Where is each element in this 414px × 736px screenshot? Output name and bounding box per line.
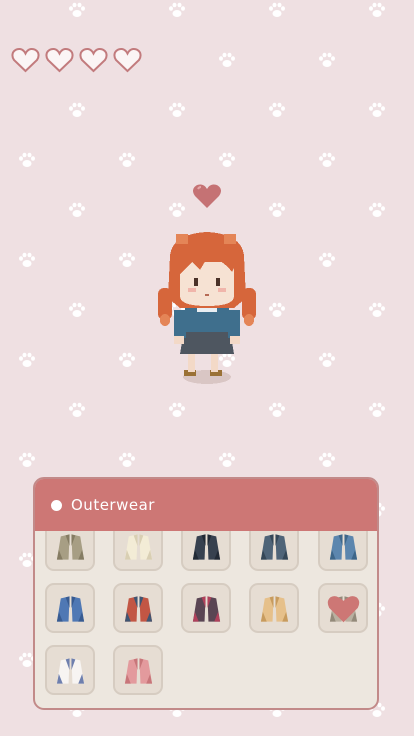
outerwear-item-grid [35,531,377,708]
affection-heart-icon [193,184,221,208]
paw-print-icon [218,52,236,68]
paw-print-icon [218,452,236,468]
paw-print-icon [318,152,336,168]
paw-print-icon [368,2,386,18]
player-character[interactable] [150,226,266,388]
paw-print-icon [18,352,36,368]
paw-print-icon [68,302,86,318]
paw-print-icon [268,302,286,318]
paw-print-icon [168,402,186,418]
paw-print-icon [268,402,286,418]
outerwear-item-denim-jacket[interactable] [318,531,368,571]
paw-print-icon [18,252,36,268]
heart-outline-icon [79,47,108,73]
paw-print-icon [318,452,336,468]
paw-print-icon [268,202,286,218]
wardrobe-panel: Outerwear [33,477,379,710]
jacket-icon [124,596,153,622]
outerwear-item-pink-cape[interactable] [113,645,163,695]
paw-print-icon [68,402,86,418]
paw-print-icon [368,202,386,218]
paw-print-icon [368,102,386,118]
outerwear-item-plaid-jacket[interactable] [113,583,163,633]
paw-print-icon [318,252,336,268]
heart-outline-icon [11,47,40,73]
jacket-icon [192,596,221,622]
jacket-icon [56,534,85,560]
paw-print-icon [118,452,136,468]
paw-print-icon [68,2,86,18]
paw-print-icon [268,102,286,118]
paw-print-icon [18,452,36,468]
jacket-icon [329,534,358,560]
outerwear-item-navy-coat[interactable] [181,531,231,571]
heart-outline-icon [45,47,74,73]
life-hearts [11,47,142,73]
heart-outline-icon [113,47,142,73]
jacket-icon [124,658,153,684]
favorite-heart-icon [327,596,360,623]
paw-print-icon [118,152,136,168]
jacket-icon [124,534,153,560]
outerwear-item-cream-jacket[interactable] [113,531,163,571]
paw-print-icon [68,102,86,118]
paw-print-icon [168,202,186,218]
paw-print-icon [268,2,286,18]
paw-print-icon [118,352,136,368]
paw-print-icon [368,302,386,318]
category-dot-icon [51,499,62,511]
jacket-icon [56,596,85,622]
paw-print-icon [168,102,186,118]
outerwear-item-grey-trench[interactable] [318,583,368,633]
outerwear-item-khaki-jacket[interactable] [45,531,95,571]
paw-print-icon [218,152,236,168]
outerwear-item-slate-blue-jacket[interactable] [249,531,299,571]
jacket-icon [260,534,289,560]
outerwear-item-burgundy-coat[interactable] [181,583,231,633]
outerwear-item-blue-cape[interactable] [45,583,95,633]
paw-print-icon [18,152,36,168]
paw-print-icon [368,402,386,418]
paw-print-icon [118,252,136,268]
paw-print-icon [68,202,86,218]
jacket-icon [56,658,85,684]
paw-print-icon [318,352,336,368]
paw-print-icon [318,52,336,68]
wardrobe-category-title: Outerwear [71,496,155,514]
paw-print-icon [168,2,186,18]
jacket-icon [260,596,289,622]
wardrobe-header: Outerwear [35,479,377,531]
outerwear-item-camel-jacket[interactable] [249,583,299,633]
jacket-icon [192,534,221,560]
outerwear-item-white-cape[interactable] [45,645,95,695]
